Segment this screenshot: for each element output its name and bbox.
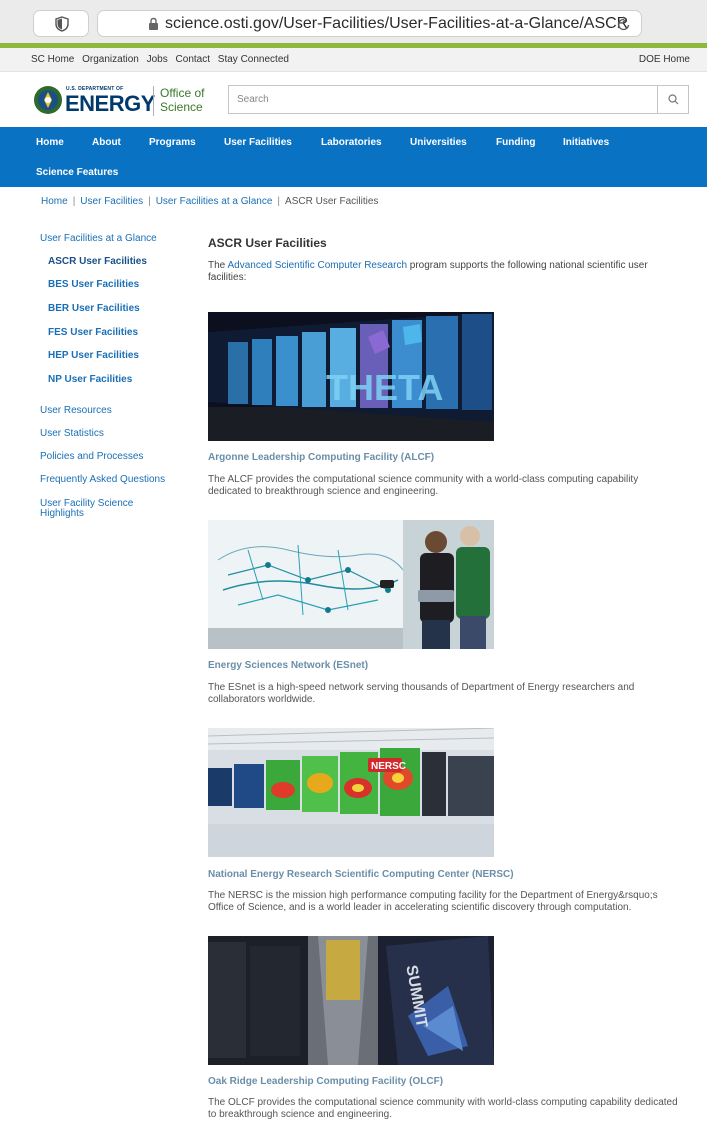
nav-science-features[interactable]: Science Features bbox=[36, 167, 118, 178]
util-link-contact[interactable]: Contact bbox=[176, 54, 210, 65]
intro-prefix: The bbox=[208, 260, 228, 271]
sidebar-item-fes[interactable]: FES User Facilities bbox=[48, 327, 138, 338]
sidebar-item-policies[interactable]: Policies and Processes bbox=[40, 451, 143, 462]
page-title: ASCR User Facilities bbox=[208, 236, 327, 250]
site-search bbox=[228, 85, 689, 114]
sidebar-item-np[interactable]: NP User Facilities bbox=[48, 374, 132, 385]
search-button[interactable] bbox=[657, 86, 688, 113]
browser-toolbar: science.osti.gov/User-Facilities/User-Fa… bbox=[0, 0, 707, 48]
nav-about[interactable]: About bbox=[92, 137, 121, 148]
sidebar-item-faq[interactable]: Frequently Asked Questions bbox=[40, 474, 165, 485]
breadcrumb-user-facilities[interactable]: User Facilities bbox=[80, 196, 143, 207]
util-link-jobs[interactable]: Jobs bbox=[147, 54, 168, 65]
nav-user-facilities[interactable]: User Facilities bbox=[224, 137, 292, 148]
breadcrumb-home[interactable]: Home bbox=[41, 196, 68, 207]
doe-home-link[interactable]: DOE Home bbox=[639, 54, 690, 65]
nersc-title-link[interactable]: National Energy Research Scientific Comp… bbox=[208, 869, 514, 880]
sidebar-item-bes[interactable]: BES User Facilities bbox=[48, 279, 139, 290]
olcf-title-link[interactable]: Oak Ridge Leadership Computing Facility … bbox=[208, 1076, 443, 1087]
breadcrumb-separator: | bbox=[148, 196, 151, 207]
breadcrumb-separator: | bbox=[277, 196, 281, 207]
sidebar-item-at-a-glance[interactable]: User Facilities at a Glance bbox=[40, 233, 157, 244]
search-input[interactable] bbox=[229, 86, 657, 113]
site-header: U.S. DEPARTMENT OF ENERGY Office of Scie… bbox=[0, 72, 707, 127]
utility-bar: SC Home Organization Jobs Contact Stay C… bbox=[0, 48, 707, 72]
olcf-image[interactable]: SUMMIT bbox=[208, 936, 494, 1065]
esnet-description: The ESnet is a high-speed network servin… bbox=[208, 682, 635, 705]
sidebar-item-ascr[interactable]: ASCR User Facilities bbox=[48, 256, 147, 267]
alcf-image[interactable]: THETA bbox=[208, 312, 494, 441]
nersc-image-text: NERSC bbox=[371, 761, 406, 772]
nav-programs[interactable]: Programs bbox=[149, 137, 196, 148]
nersc-image[interactable]: NERSC bbox=[208, 728, 494, 857]
sidebar-item-ber[interactable]: BER User Facilities bbox=[48, 303, 140, 314]
esnet-image[interactable] bbox=[208, 520, 494, 649]
office-line1: Office of bbox=[160, 86, 205, 100]
util-link-sc-home[interactable]: SC Home bbox=[31, 54, 74, 65]
alcf-description: The ALCF provides the computational scie… bbox=[208, 474, 639, 497]
intro-text: The Advanced Scientific Computer Researc… bbox=[208, 260, 678, 284]
breadcrumb-current: ASCR User Facilities bbox=[285, 196, 379, 207]
doe-seal-icon[interactable] bbox=[33, 85, 63, 115]
util-link-organization[interactable]: Organization bbox=[82, 54, 139, 65]
sidebar-item-user-statistics[interactable]: User Statistics bbox=[40, 428, 104, 439]
search-icon bbox=[668, 94, 679, 105]
nersc-description: The NERSC is the mission high performanc… bbox=[208, 890, 658, 913]
reload-icon[interactable] bbox=[617, 16, 631, 32]
alcf-image-text: THETA bbox=[326, 367, 443, 408]
ascr-program-link[interactable]: Advanced Scientific Computer Research bbox=[227, 260, 407, 271]
esnet-title-link[interactable]: Energy Sciences Network (ESnet) bbox=[208, 660, 368, 671]
office-of-science-logo[interactable]: Office of Science bbox=[160, 86, 204, 114]
sidebar-item-science-highlights[interactable]: User Facility Science Highlights bbox=[40, 499, 160, 519]
alcf-title-link[interactable]: Argonne Leadership Computing Facility (A… bbox=[208, 452, 434, 463]
office-line2: Science bbox=[160, 100, 203, 114]
nav-home[interactable]: Home bbox=[36, 137, 64, 148]
logo-energy-text[interactable]: ENERGY bbox=[65, 91, 155, 117]
privacy-shield-button[interactable] bbox=[33, 10, 89, 37]
shield-icon bbox=[55, 16, 69, 32]
nav-initiatives[interactable]: Initiatives bbox=[563, 137, 609, 148]
nav-funding[interactable]: Funding bbox=[496, 137, 535, 148]
nav-universities[interactable]: Universities bbox=[410, 137, 467, 148]
breadcrumb-at-a-glance[interactable]: User Facilities at a Glance bbox=[156, 196, 273, 207]
sidebar-item-hep[interactable]: HEP User Facilities bbox=[48, 350, 139, 361]
lock-icon bbox=[149, 17, 158, 30]
address-bar[interactable]: science.osti.gov/User-Facilities/User-Fa… bbox=[97, 10, 642, 37]
url-text: science.osti.gov/User-Facilities/User-Fa… bbox=[165, 15, 629, 32]
nav-laboratories[interactable]: Laboratories bbox=[321, 137, 382, 148]
sidebar-item-user-resources[interactable]: User Resources bbox=[40, 405, 112, 416]
breadcrumb-separator: | bbox=[72, 196, 76, 207]
main-nav: Home About Programs User Facilities Labo… bbox=[0, 127, 707, 187]
logo-divider bbox=[153, 86, 154, 116]
olcf-description: The OLCF provides the computational scie… bbox=[208, 1097, 678, 1120]
util-link-stay-connected[interactable]: Stay Connected bbox=[218, 54, 289, 65]
breadcrumb: Home | User Facilities | User Facilities at … bbox=[41, 196, 378, 207]
